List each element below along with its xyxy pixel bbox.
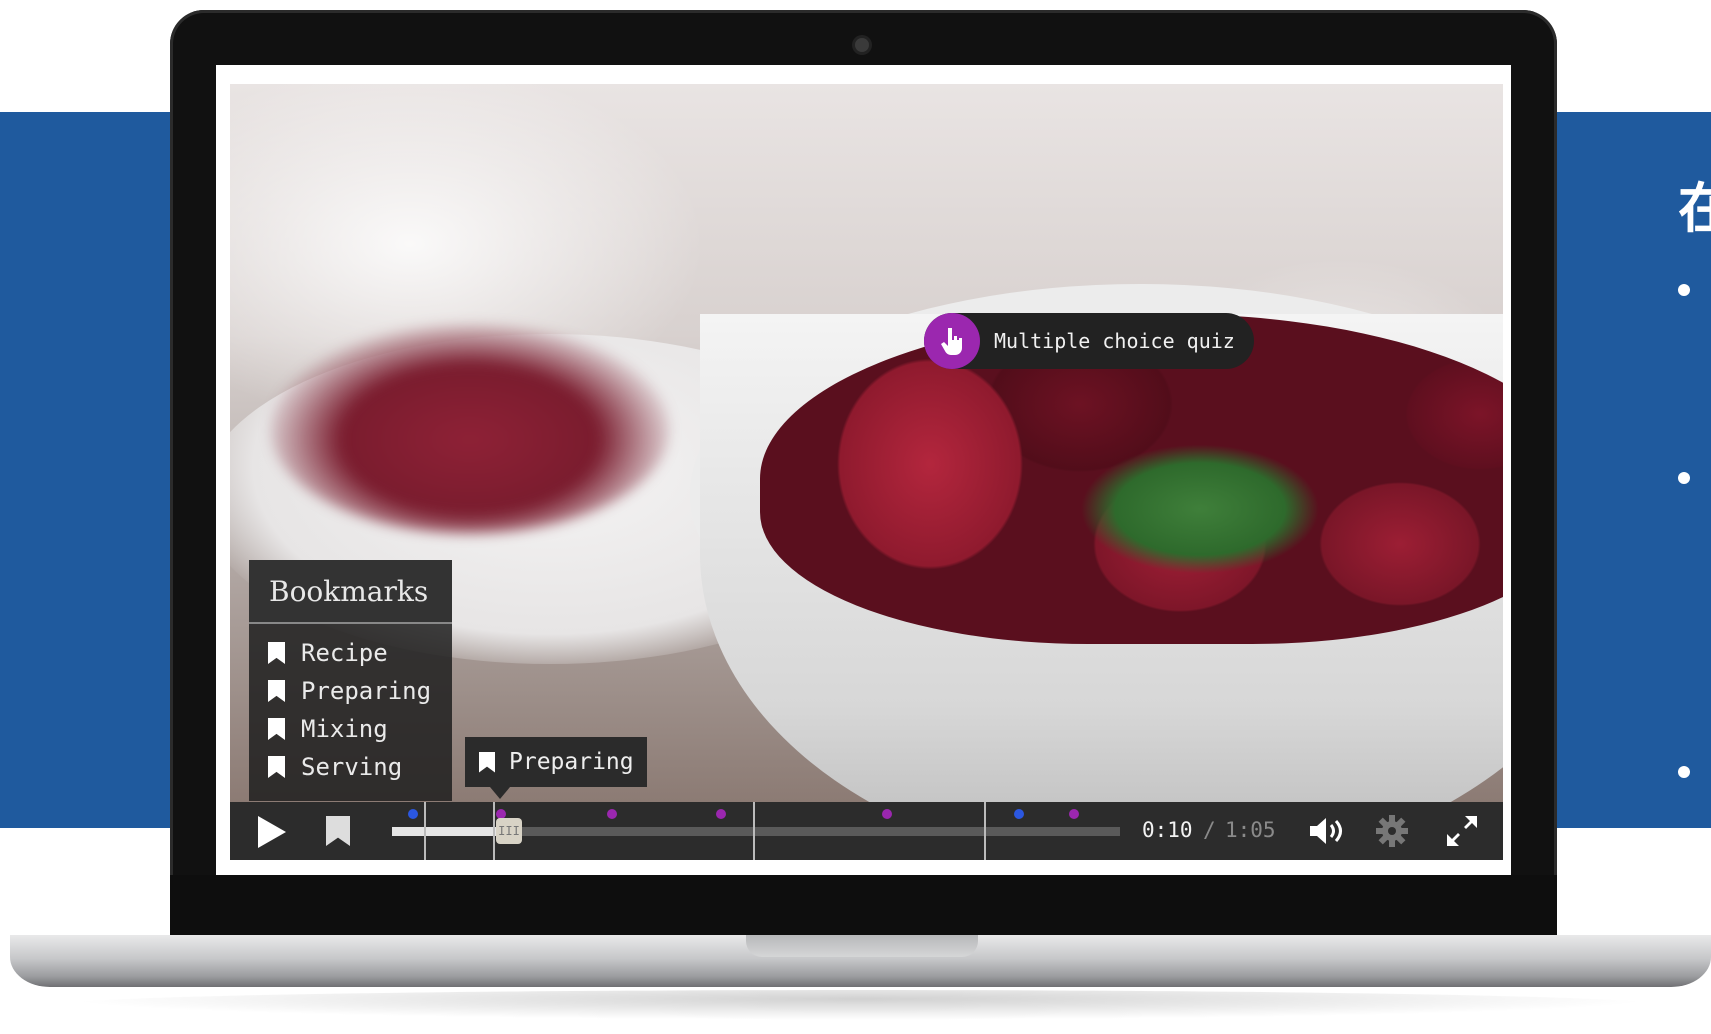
laptop-notch — [746, 935, 978, 957]
progress-fill — [392, 827, 496, 836]
camera-icon — [855, 38, 869, 52]
side-bullet — [1678, 284, 1690, 296]
side-bullet — [1678, 472, 1690, 484]
timeline-marker-blue[interactable] — [1014, 809, 1024, 819]
bookmark-item-recipe[interactable]: Recipe — [249, 634, 452, 672]
timeline-marker-purple[interactable] — [882, 809, 892, 819]
bookmark-item-label: Recipe — [301, 639, 388, 667]
bookmark-icon — [268, 718, 285, 740]
bookmark-item-label: Serving — [301, 753, 403, 781]
bookmark-item-preparing[interactable]: Preparing — [249, 672, 452, 710]
play-icon[interactable] — [258, 816, 286, 848]
timeline-marker-purple[interactable] — [716, 809, 726, 819]
gear-icon[interactable] — [1375, 814, 1409, 848]
player-control-bar: III 0:10 / 1:05 — [230, 802, 1503, 860]
hand-pointer-icon — [924, 313, 980, 369]
bookmark-tooltip-label: Preparing — [509, 749, 634, 775]
bookmark-item-label: Preparing — [301, 677, 432, 705]
volume-icon[interactable] — [1308, 815, 1348, 847]
chapter-divider — [753, 802, 755, 860]
bookmark-icon — [268, 680, 285, 702]
laptop-bezel-bottom — [170, 875, 1557, 935]
bookmark-icon — [479, 751, 495, 773]
time-separator: / — [1203, 818, 1216, 842]
bookmark-icon — [268, 642, 285, 664]
bookmarks-panel: Bookmarks Recipe Preparing Mixing Servin… — [249, 560, 452, 801]
timeline-marker-purple[interactable] — [607, 809, 617, 819]
quiz-hotspot[interactable]: Multiple choice quiz — [924, 313, 1254, 369]
progress-handle[interactable]: III — [496, 818, 522, 844]
tooltip-pointer — [490, 787, 510, 799]
bookmark-tooltip: Preparing — [465, 737, 647, 787]
side-heading-fragment: 在 — [1678, 177, 1711, 240]
side-bullet — [1678, 766, 1690, 778]
laptop-shadow — [60, 990, 1660, 1020]
chapter-divider — [984, 802, 986, 860]
fullscreen-icon[interactable] — [1445, 814, 1479, 848]
chapter-divider — [493, 802, 495, 860]
chapter-divider — [424, 802, 426, 860]
strawberry-leaves-image — [1080, 444, 1320, 574]
duration: 1:05 — [1225, 818, 1276, 842]
timeline-marker-blue[interactable] — [408, 809, 418, 819]
bookmark-item-mixing[interactable]: Mixing — [249, 710, 452, 748]
blurred-strawberries-image — [270, 324, 670, 534]
bookmark-icon — [268, 756, 285, 778]
current-time: 0:10 — [1142, 818, 1193, 842]
quiz-hotspot-label: Multiple choice quiz — [994, 329, 1235, 353]
timeline-marker-purple[interactable] — [1069, 809, 1079, 819]
bookmark-item-label: Mixing — [301, 715, 388, 743]
bookmark-item-serving[interactable]: Serving — [249, 748, 452, 786]
bookmark-button[interactable] — [326, 816, 350, 846]
bookmarks-title: Bookmarks — [249, 560, 452, 624]
